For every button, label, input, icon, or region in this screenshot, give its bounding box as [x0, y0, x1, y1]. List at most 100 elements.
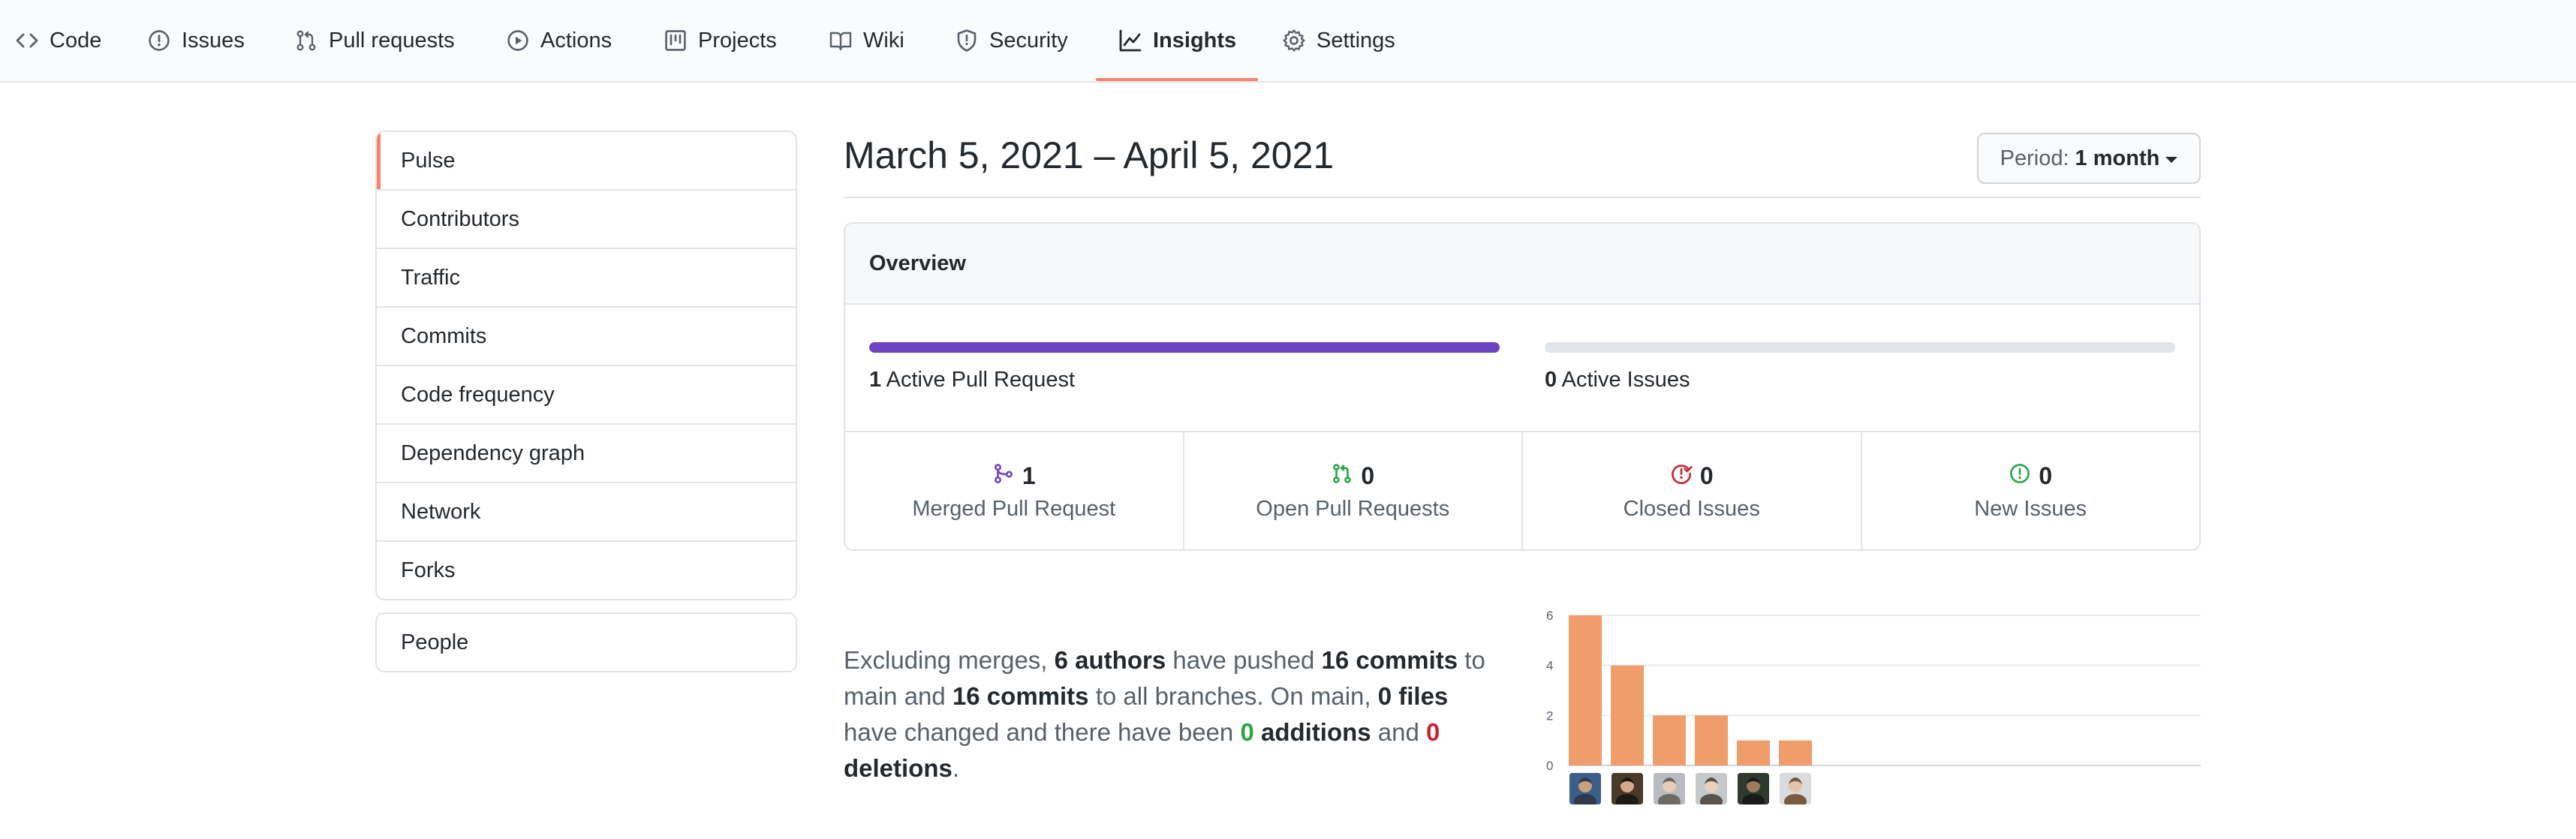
tab-label: Wiki [863, 28, 904, 53]
additions-count: 0 [1240, 718, 1254, 746]
chart-bar[interactable] [1695, 715, 1728, 765]
insights-menu: Pulse Contributors Traffic Commits Code … [375, 131, 797, 600]
contributor-avatar[interactable] [1780, 773, 1811, 804]
stat-label: Merged Pull Request [912, 496, 1116, 521]
menu-item-people[interactable]: People [377, 614, 796, 671]
menu-item-contributors[interactable]: Contributors [377, 191, 796, 249]
graph-icon [1118, 29, 1142, 53]
page-title: March 5, 2021 – April 5, 2021 [844, 134, 1335, 176]
overview-title: Overview [845, 224, 2199, 305]
pull-request-progress-bar[interactable] [869, 342, 1500, 353]
stat-new-issues[interactable]: 0 New Issues [1862, 432, 2200, 549]
chart-bar[interactable] [1737, 740, 1770, 765]
period-value: 1 month [2075, 146, 2160, 170]
overview-stats: 1 Merged Pull Request 0 Open Pull Reques… [845, 431, 2200, 549]
summary-text: Excluding merges, [844, 646, 1055, 674]
tab-label: Settings [1317, 28, 1395, 53]
active-pull-requests-link[interactable]: 1 Active Pull Request [869, 368, 1075, 392]
chart-y-tick-label: 4 [1546, 659, 1553, 673]
active-issues-link[interactable]: 0 Active Issues [1545, 368, 1690, 392]
gear-icon [1282, 29, 1306, 53]
authors-count: 6 authors [1054, 646, 1166, 674]
tab-insights[interactable]: Insights [1118, 0, 1236, 81]
repo-nav: Code Issues Pull requests Actions Projec… [0, 0, 2576, 83]
commits-main-count[interactable]: 16 commits [1322, 646, 1458, 674]
chart-y-tick-label: 0 [1546, 759, 1553, 773]
files-count: 0 files [1377, 682, 1449, 710]
tab-label: Projects [698, 28, 777, 53]
chart-bar[interactable] [1611, 665, 1644, 765]
additions-label: additions [1253, 718, 1371, 746]
menu-item-pulse[interactable]: Pulse [377, 132, 796, 191]
pull-request-progress-fill [869, 342, 1500, 353]
git-pull-request-icon [1331, 462, 1361, 491]
tab-projects[interactable]: Projects [664, 0, 777, 81]
git-pull-request-icon [294, 29, 318, 53]
stat-open-pull-requests[interactable]: 0 Open Pull Requests [1184, 432, 1523, 549]
summary-text: have changed and there have been [844, 718, 1241, 746]
commits-all-count: 16 commits [952, 682, 1089, 710]
book-icon [829, 29, 853, 53]
chart-bar[interactable] [1779, 740, 1812, 765]
contributor-avatar[interactable] [1654, 773, 1685, 804]
tab-label: Actions [540, 28, 612, 53]
summary-text: have pushed [1166, 646, 1322, 674]
issue-opened-icon [2009, 462, 2039, 491]
period-label: Period: [2000, 146, 2069, 170]
contributor-avatar[interactable] [1569, 773, 1601, 804]
stat-count: 0 [2039, 462, 2053, 489]
issues-progress-bar[interactable] [1545, 342, 2175, 353]
menu-item-network[interactable]: Network [377, 483, 796, 542]
git-merge-icon [992, 462, 1022, 491]
chart-bar[interactable] [1653, 715, 1686, 765]
active-issues-label: Active Issues [1561, 368, 1690, 392]
issue-opened-icon [147, 29, 171, 53]
chart-y-tick-label: 2 [1546, 708, 1553, 723]
menu-item-traffic[interactable]: Traffic [377, 249, 796, 308]
stat-count: 0 [1361, 462, 1375, 489]
chart-bar[interactable] [1569, 615, 1602, 765]
tab-label: Insights [1153, 28, 1237, 53]
stat-label: New Issues [1974, 496, 2087, 521]
active-issues-count: 0 [1545, 368, 1557, 392]
stat-count: 1 [1022, 462, 1036, 489]
deletions-count: 0 [1426, 718, 1440, 746]
tab-code[interactable]: Code [15, 0, 101, 81]
tab-pull-requests[interactable]: Pull requests [294, 0, 455, 81]
menu-item-forks[interactable]: Forks [377, 542, 796, 599]
tab-settings[interactable]: Settings [1282, 0, 1395, 81]
stat-closed-issues[interactable]: 0 Closed Issues [1523, 432, 1862, 549]
code-icon [15, 29, 39, 53]
contributor-avatars [0, 773, 2576, 809]
tab-wiki[interactable]: Wiki [829, 0, 904, 81]
stat-merged-pull-requests[interactable]: 1 Merged Pull Request [845, 432, 1184, 549]
tab-label: Issues [182, 28, 245, 53]
contributor-avatar[interactable] [1612, 773, 1643, 804]
stat-count: 0 [1699, 462, 1714, 489]
stat-label: Closed Issues [1623, 496, 1760, 521]
tab-label: Pull requests [329, 28, 455, 53]
title-divider [844, 197, 2201, 198]
summary-text: to all branches. On main, [1088, 682, 1378, 710]
issue-closed-icon [1670, 462, 1700, 491]
chart-y-tick-label: 6 [1546, 609, 1553, 623]
menu-item-dependency-graph[interactable]: Dependency graph [377, 425, 796, 483]
tab-actions[interactable]: Actions [506, 0, 612, 81]
tab-label: Security [989, 28, 1068, 53]
period-select-button[interactable]: Period: 1 month [1977, 133, 2201, 184]
caret-down-icon [2165, 157, 2178, 163]
selected-tab-indicator [1096, 78, 1258, 81]
stat-label: Open Pull Requests [1256, 496, 1450, 521]
people-menu: People [375, 612, 797, 672]
active-pr-count: 1 [869, 368, 882, 392]
project-icon [664, 29, 688, 53]
play-icon [506, 29, 530, 53]
menu-item-code-frequency[interactable]: Code frequency [377, 366, 796, 425]
tab-issues[interactable]: Issues [147, 0, 245, 81]
tab-security[interactable]: Security [955, 0, 1068, 81]
contributor-avatar[interactable] [1696, 773, 1727, 804]
shield-icon [955, 29, 979, 53]
overview-card: Overview 1 Active Pull Request 0 Active … [844, 222, 2201, 551]
contributor-avatar[interactable] [1738, 773, 1769, 804]
menu-item-commits[interactable]: Commits [377, 308, 796, 366]
